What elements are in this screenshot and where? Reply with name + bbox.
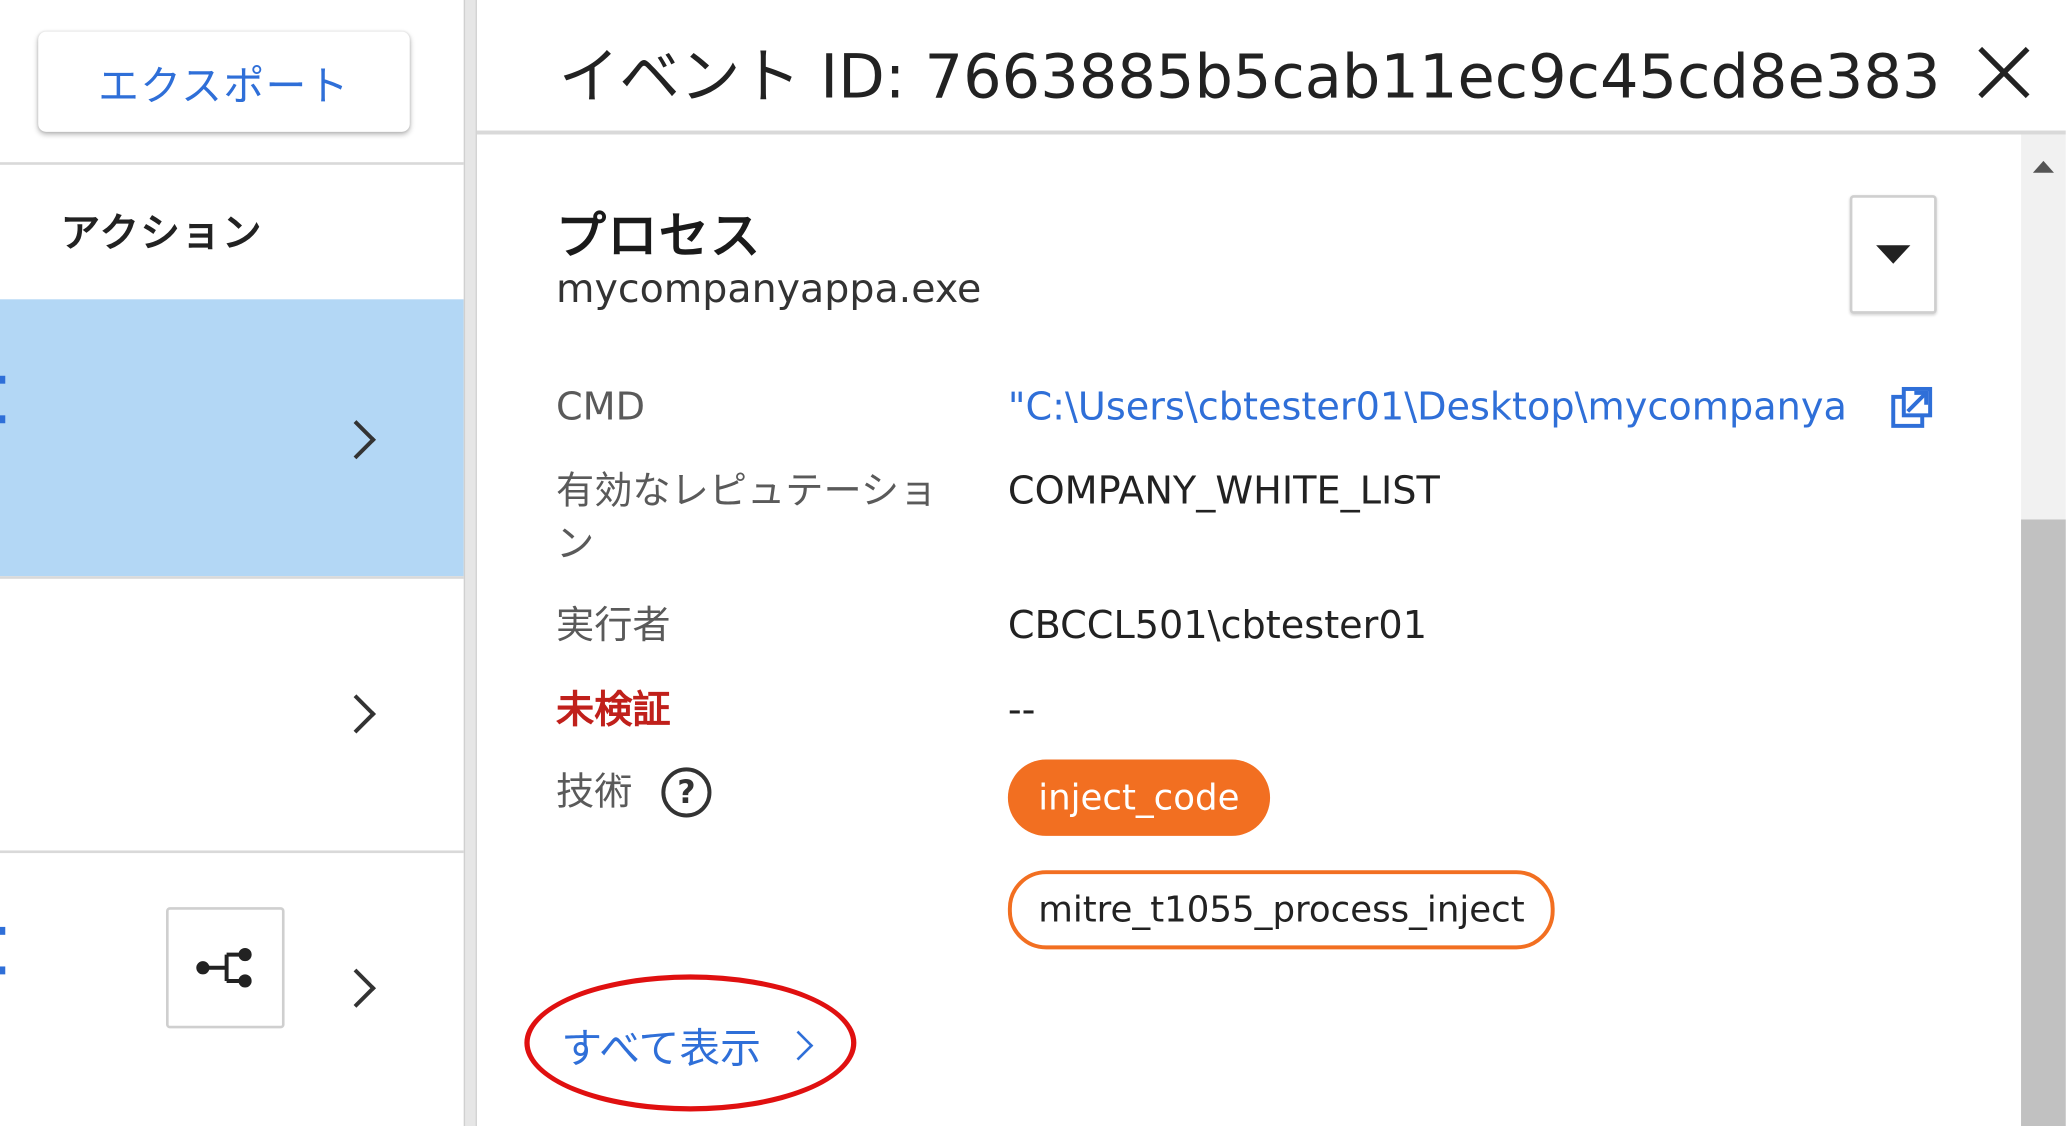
- technique-tag-secondary[interactable]: mitre_t1055_process_inject: [1007, 870, 1555, 950]
- panel-resize-divider[interactable]: [463, 0, 477, 1126]
- vertical-scrollbar[interactable]: [2021, 134, 2066, 1126]
- annotation-ellipse: [524, 974, 857, 1112]
- truncated-text-fragment: [0, 415, 6, 424]
- external-link-icon[interactable]: [1889, 385, 1934, 430]
- divider: [0, 162, 464, 165]
- screenshot-frame: エクスポート アクション イベント ID: 7663885b5cab11ec9c…: [0, 0, 2066, 1126]
- reputation-label: 有効なレピュテーショ ン: [556, 464, 937, 569]
- list-row[interactable]: [0, 579, 464, 851]
- left-panel: エクスポート アクション: [0, 0, 464, 1126]
- section-dropdown-button[interactable]: [1849, 195, 1937, 314]
- close-icon[interactable]: [1974, 42, 2035, 103]
- reputation-label-line1: 有効なレピュテーショ: [555, 468, 938, 513]
- event-id-title: イベント ID: 7663885b5cab11ec9c45cd8e3836: [558, 40, 1940, 113]
- cmd-label: CMD: [555, 383, 646, 429]
- reputation-value: COMPANY_WHITE_LIST: [1007, 468, 1440, 513]
- reputation-label-line2: ン: [555, 520, 595, 566]
- technique-label: 技術: [555, 768, 633, 814]
- cmd-link[interactable]: "C:\Users\cbtester01\Desktop\mycompanya: [1008, 380, 1864, 433]
- executor-label: 実行者: [555, 602, 671, 648]
- graph-icon: [196, 948, 252, 988]
- process-name: mycompanyappa.exe: [555, 266, 982, 313]
- process-tree-button[interactable]: [166, 907, 285, 1029]
- chevron-right-icon[interactable]: [336, 694, 376, 734]
- technique-tag-primary[interactable]: inject_code: [1007, 759, 1270, 836]
- export-button[interactable]: エクスポート: [38, 31, 410, 132]
- panel-header: イベント ID: 7663885b5cab11ec9c45cd8e3836: [476, 0, 2066, 135]
- panel-content: プロセス mycompanyappa.exe CMD "C:\Users\cbt…: [477, 134, 2021, 1126]
- truncated-text-fragment: [0, 966, 6, 975]
- chevron-right-icon[interactable]: [336, 968, 376, 1008]
- list-row-selected[interactable]: [0, 299, 464, 577]
- truncated-text-fragment: [0, 375, 6, 384]
- action-column-header: アクション: [60, 210, 263, 258]
- scrollbar-thumb[interactable]: [2021, 519, 2066, 1126]
- chevron-right-icon[interactable]: [336, 420, 376, 460]
- scroll-up-arrow-icon[interactable]: [2032, 160, 2054, 173]
- executor-value: CBCCL501\cbtester01: [1007, 602, 1428, 648]
- caret-down-icon: [1876, 245, 1911, 264]
- event-detail-panel: イベント ID: 7663885b5cab11ec9c45cd8e3836 プロ…: [476, 0, 2066, 1126]
- unverified-value: --: [1007, 686, 1036, 732]
- truncated-text-fragment: [0, 926, 6, 935]
- help-icon[interactable]: ?: [661, 767, 712, 818]
- unverified-label: 未検証: [555, 686, 671, 732]
- section-title: プロセス: [555, 207, 762, 266]
